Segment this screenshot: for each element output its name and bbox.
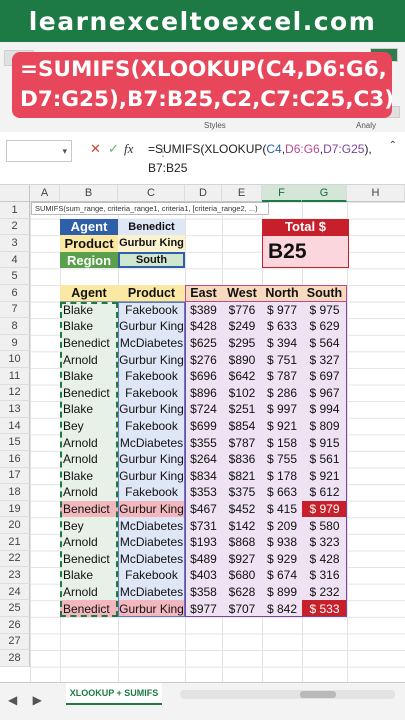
sheet-tab-bar: ◀ ▶ XLOOKUP + SUMIFS	[0, 682, 405, 720]
row-header-15[interactable]: 15	[0, 434, 30, 451]
formula-ref-c4: C4	[266, 142, 282, 156]
table-header-agent[interactable]: Agent	[60, 285, 118, 302]
product-label[interactable]: Product	[60, 235, 118, 252]
row-header-27[interactable]: 27	[0, 633, 30, 651]
column-header-a[interactable]: A	[30, 185, 60, 202]
enter-icon[interactable]: ✓	[108, 141, 119, 157]
column-header-b[interactable]: B	[60, 185, 118, 202]
overlay-line-1: =SUMIFS(XLOOKUP(C4,D6:G6,	[20, 57, 387, 82]
row-header-9[interactable]: 9	[0, 334, 30, 352]
row-header-12[interactable]: 12	[0, 384, 30, 402]
column-header-e[interactable]: E	[222, 185, 262, 202]
table-header-product[interactable]: Product	[118, 285, 185, 302]
row-header-11[interactable]: 11	[0, 368, 30, 385]
total-value-cell[interactable]: B25	[262, 235, 349, 269]
column-header-f[interactable]: F	[262, 185, 302, 202]
agent-value-cell[interactable]: Benedict	[118, 218, 185, 236]
formula-input[interactable]: =SUMIFS(XLOOKUP(C4,D6:G6,D7:G25), B7:B25	[148, 140, 393, 178]
function-tooltip: SUMIFS(sum_range, criteria_range1, crite…	[31, 202, 269, 215]
row-header-2[interactable]: 2	[0, 218, 30, 236]
formula-token: =SUMIFS(XLOOKUP(	[148, 142, 267, 156]
region-label[interactable]: Region	[60, 251, 118, 269]
row-header-22[interactable]: 22	[0, 550, 30, 568]
formula-bar: ▾ ⋮ ✕ ✓ fx =SUMIFS(XLOOKUP(C4,D6:G6,D7:G…	[0, 132, 405, 185]
formula-ref-d7-g25: D7:G25	[323, 142, 365, 156]
row-header-6[interactable]: 6	[0, 285, 30, 302]
row-header-7[interactable]: 7	[0, 301, 30, 319]
row-header-26[interactable]: 26	[0, 617, 30, 634]
row-header-14[interactable]: 14	[0, 417, 30, 435]
product-value-cell[interactable]: Gurbur King	[118, 235, 185, 252]
total-label[interactable]: Total $	[262, 218, 349, 236]
select-all-corner[interactable]	[0, 185, 30, 202]
row-header-23[interactable]: 23	[0, 567, 30, 584]
formula-ref-d6-g6: D6:G6	[285, 142, 320, 156]
ribbon-group-styles: Styles	[204, 121, 226, 130]
row-header-5[interactable]: 5	[0, 268, 30, 285]
row-header-19[interactable]: 19	[0, 500, 30, 518]
row-header-3[interactable]: 3	[0, 235, 30, 252]
range-outline-product	[118, 301, 185, 617]
agent-label[interactable]: Agent	[60, 218, 118, 236]
gridline	[347, 202, 348, 682]
range-outline-header	[185, 285, 347, 302]
range-outline-agent	[60, 301, 118, 617]
site-banner: learnexceltoexcel.com	[0, 0, 405, 42]
row-header-16[interactable]: 16	[0, 451, 30, 468]
expand-formula-icon[interactable]: ⌃	[389, 140, 397, 151]
horizontal-scrollbar[interactable]	[180, 690, 395, 699]
ribbon-group-analyze: Analy	[356, 121, 377, 130]
row-header-17[interactable]: 17	[0, 467, 30, 485]
formula-overlay: =SUMIFS(XLOOKUP(C4,D6:G6, D7:G25),B7:B25…	[12, 52, 395, 118]
column-header-h[interactable]: H	[347, 185, 405, 202]
column-header-d[interactable]: D	[185, 185, 222, 202]
formula-token: B7:B25	[148, 161, 188, 175]
row-header-28[interactable]: 28	[0, 650, 30, 667]
column-header-g[interactable]: G	[302, 185, 347, 202]
region-value-cell[interactable]: South	[118, 251, 185, 269]
chevron-down-icon[interactable]: ▾	[62, 146, 67, 157]
sheet-tab-active[interactable]: XLOOKUP + SUMIFS	[66, 683, 162, 705]
sheet-nav-arrows-icon[interactable]: ◀ ▶	[8, 693, 48, 707]
row-header-10[interactable]: 10	[0, 351, 30, 368]
row-header-18[interactable]: 18	[0, 484, 30, 501]
row-header-25[interactable]: 25	[0, 600, 30, 617]
column-header-c[interactable]: C	[118, 185, 185, 202]
excel-window: learnexceltoexcel.com Styles Analy =SUMI…	[0, 0, 405, 720]
row-header-21[interactable]: 21	[0, 534, 30, 551]
name-box[interactable]: ▾	[6, 140, 72, 162]
range-outline-values	[185, 285, 347, 617]
row-header-13[interactable]: 13	[0, 401, 30, 418]
row-header-1[interactable]: 1	[0, 202, 30, 219]
formula-token: ),	[364, 142, 372, 156]
insert-function-button[interactable]: fx	[124, 141, 133, 157]
cancel-icon[interactable]: ✕	[90, 141, 101, 157]
row-header-4[interactable]: 4	[0, 251, 30, 269]
row-header-8[interactable]: 8	[0, 318, 30, 335]
row-header-20[interactable]: 20	[0, 517, 30, 534]
overlay-line-2: D7:G25),B7:B25,C2,C7:C25,C3)	[20, 87, 395, 112]
scrollbar-thumb[interactable]	[300, 691, 336, 698]
row-header-24[interactable]: 24	[0, 583, 30, 601]
